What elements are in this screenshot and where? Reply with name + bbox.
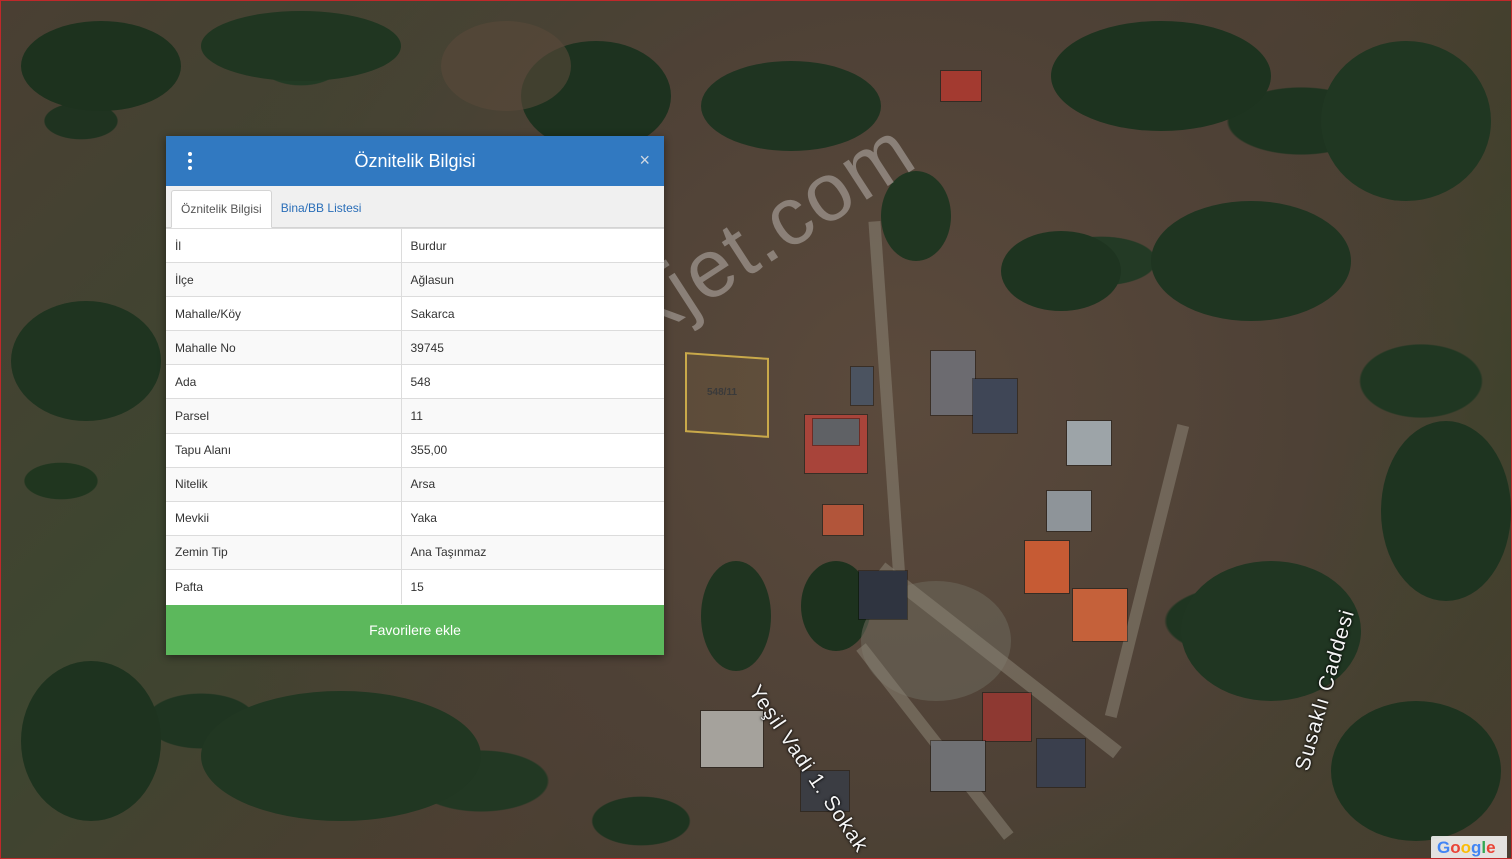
table-row: Parsel 11: [166, 398, 664, 434]
tab-bar: Öznitelik Bilgisi Bina/BB Listesi: [166, 186, 664, 228]
table-row: Ada 548: [166, 364, 664, 399]
attribute-key: Ada: [166, 364, 402, 399]
table-row: Mahalle/Köy Sakarca: [166, 296, 664, 331]
building: [813, 419, 859, 445]
parcel-label: 548/11: [707, 387, 738, 398]
attribute-key: Tapu Alanı: [166, 432, 402, 468]
table-row: İl Burdur: [166, 227, 664, 263]
tree-cluster: [1001, 231, 1121, 311]
vertical-dots-icon[interactable]: [184, 152, 196, 170]
attribute-value: Sakarca: [401, 296, 664, 331]
road: [868, 221, 906, 581]
attribute-key: Parsel: [166, 398, 402, 434]
tab-bina-bb-listesi[interactable]: Bina/BB Listesi: [272, 189, 371, 227]
table-row: Tapu Alanı 355,00: [166, 432, 664, 468]
tree-cluster: [1331, 701, 1501, 841]
attribute-value: 39745: [401, 330, 664, 365]
attribute-value: Ana Taşınmaz: [401, 534, 664, 570]
attribute-value: 355,00: [401, 432, 664, 468]
attribute-value: Arsa: [401, 466, 664, 502]
attribute-key: Mahalle/Köy: [166, 296, 402, 331]
table-row: Pafta 15: [166, 568, 664, 604]
attribute-key: Nitelik: [166, 466, 402, 502]
road: [1104, 424, 1190, 718]
attribute-value: 11: [401, 398, 664, 434]
building: [1073, 589, 1127, 641]
building: [859, 571, 907, 619]
attribute-key: Zemin Tip: [166, 534, 402, 570]
table-row: Zemin Tip Ana Taşınmaz: [166, 534, 664, 570]
google-logo: Google: [1431, 836, 1507, 858]
attribute-value: Ağlasun: [401, 262, 664, 297]
building: [1037, 739, 1085, 787]
building: [701, 711, 763, 767]
attribute-key: Mahalle No: [166, 330, 402, 365]
building: [941, 71, 981, 101]
table-row: İlçe Ağlasun: [166, 262, 664, 297]
building: [973, 379, 1017, 433]
table-row: Mahalle No 39745: [166, 330, 664, 365]
attribute-key: İlçe: [166, 262, 402, 297]
tree-cluster: [21, 21, 181, 111]
building: [1067, 421, 1111, 465]
attribute-value: 15: [401, 568, 664, 604]
bare-ground: [441, 21, 571, 111]
attribute-value: Yaka: [401, 500, 664, 536]
tree-cluster: [1381, 421, 1511, 601]
tree-cluster: [1321, 41, 1491, 201]
building: [1047, 491, 1091, 531]
tree-cluster: [1051, 21, 1271, 131]
close-icon[interactable]: ×: [639, 150, 650, 170]
attribute-table: İl Burdur İlçe Ağlasun Mahalle/Köy Sakarca Mah…: [166, 227, 664, 604]
tree-cluster: [201, 11, 401, 81]
dialog-title: Öznitelik Bilgisi: [354, 150, 476, 171]
table-row: Mevkii Yaka: [166, 500, 664, 536]
building: [931, 741, 985, 791]
add-to-favorites-button[interactable]: Favorilere ekle: [166, 605, 664, 655]
attribute-key: Pafta: [166, 568, 402, 604]
attribute-value: Burdur: [401, 227, 664, 263]
street-label: Yeşil Vadi 1. Sokak: [743, 681, 873, 857]
building: [851, 367, 873, 405]
attribute-key: İl: [166, 227, 402, 263]
dialog-header: Öznitelik Bilgisi ×: [166, 136, 664, 186]
tree-cluster: [1151, 201, 1351, 321]
tree-cluster: [11, 301, 161, 421]
building: [983, 693, 1031, 741]
building: [931, 351, 975, 415]
table-row: Nitelik Arsa: [166, 466, 664, 502]
tree-cluster: [701, 561, 771, 671]
attribute-key: Mevkii: [166, 500, 402, 536]
tree-cluster: [201, 691, 481, 821]
building: [823, 505, 863, 535]
attribute-dialog: Öznitelik Bilgisi × Öznitelik Bilgisi Bi…: [166, 136, 664, 655]
tree-cluster: [21, 661, 161, 821]
tab-oznitelik-bilgisi[interactable]: Öznitelik Bilgisi: [171, 190, 272, 228]
building: [1025, 541, 1069, 593]
attribute-value: 548: [401, 364, 664, 399]
